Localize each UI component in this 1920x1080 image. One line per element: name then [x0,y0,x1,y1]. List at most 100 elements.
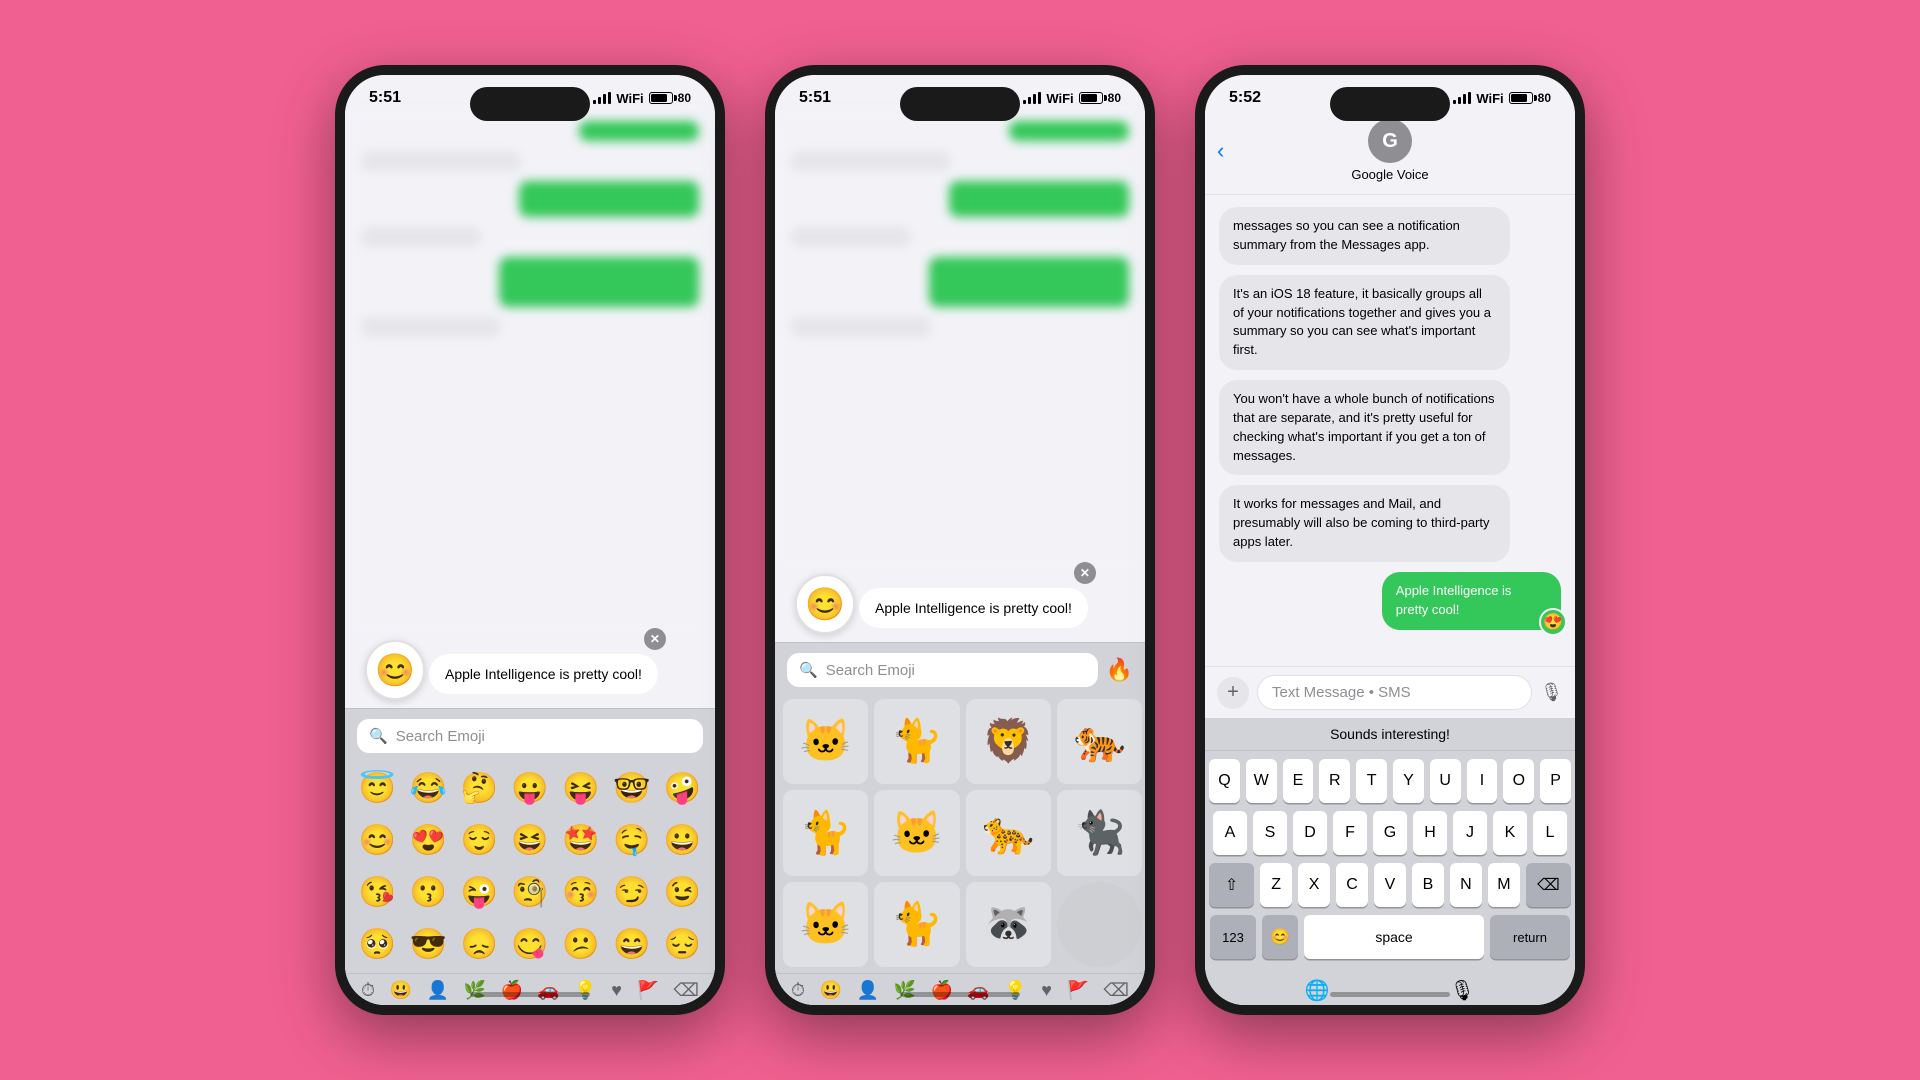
recent-icon[interactable]: ⏱ [361,980,375,1001]
emoji-cell[interactable]: 😍 [404,815,453,865]
emoji-cell[interactable]: 🤔 [455,763,504,813]
nature-icon[interactable]: 🌿 [463,980,485,1001]
food-icon-2[interactable]: 🍎 [930,980,952,1001]
emoji-cell[interactable]: 😆 [506,815,555,865]
symbols-icon[interactable]: ♥ [611,980,622,1001]
key-s[interactable]: S [1253,811,1287,855]
sticker-cell[interactable] [1057,882,1142,967]
emoji-cell[interactable]: 😕 [556,919,605,969]
emoji-cell[interactable]: 😇 [353,763,402,813]
key-b[interactable]: B [1412,863,1444,907]
add-attachment-button[interactable]: + [1217,677,1249,709]
emoji-cell[interactable]: 😜 [455,867,504,917]
emoji-cell[interactable]: 🤤 [607,815,656,865]
emoji-cell[interactable]: 😋 [506,919,555,969]
emoji-cell[interactable]: 🤩 [556,815,605,865]
space-key[interactable]: space [1304,915,1484,959]
mic-icon-3[interactable]: 🎙 [1540,682,1563,703]
reaction-close-btn-2[interactable]: ✕ [1074,562,1096,584]
key-q[interactable]: Q [1209,759,1240,803]
key-t[interactable]: T [1356,759,1387,803]
reaction-close-btn-1[interactable]: ✕ [644,628,666,650]
key-a[interactable]: A [1213,811,1247,855]
key-d[interactable]: D [1293,811,1327,855]
mic-bottom-icon-3[interactable]: 🎙 [1450,978,1475,1003]
smileys-icon-2[interactable]: 😃 [820,980,842,1001]
emoji-cell[interactable]: 🤓 [607,763,656,813]
emoji-cell[interactable]: 😚 [556,867,605,917]
key-h[interactable]: H [1413,811,1447,855]
food-icon[interactable]: 🍎 [500,980,522,1001]
sticker-cell[interactable]: 🐆 [966,790,1051,875]
sticker-cell[interactable]: 🦝 [966,882,1051,967]
emoji-search-bar-1[interactable]: 🔍 Search Emoji [357,719,703,753]
sticker-icon-2[interactable]: 🔥 [1106,657,1133,683]
emoji-cell[interactable]: 🤪 [658,763,707,813]
key-x[interactable]: X [1298,863,1330,907]
emoji-cell[interactable]: 😔 [658,919,707,969]
sticker-search-bar-2[interactable]: 🔍 Search Emoji [787,653,1098,687]
key-c[interactable]: C [1336,863,1368,907]
delete-key[interactable]: ⌫ [1526,863,1571,907]
flags-icon-2[interactable]: 🚩 [1067,980,1089,1001]
key-w[interactable]: W [1246,759,1277,803]
sticker-cell[interactable]: 🐱 [783,882,868,967]
flags-icon[interactable]: 🚩 [637,980,659,1001]
sticker-cell[interactable]: 🐈 [783,790,868,875]
people-icon-2[interactable]: 👤 [857,980,879,1001]
objects-icon[interactable]: 💡 [574,980,596,1001]
key-y[interactable]: Y [1393,759,1424,803]
key-n[interactable]: N [1450,863,1482,907]
nature-icon-2[interactable]: 🌿 [893,980,915,1001]
emoji-cell[interactable]: 😊 [353,815,402,865]
suggestion-text-3[interactable]: Sounds interesting! [1330,726,1450,742]
shift-key[interactable]: ⇧ [1209,863,1254,907]
emoji-cell[interactable]: 😘 [353,867,402,917]
key-k[interactable]: K [1493,811,1527,855]
return-key[interactable]: return [1490,915,1570,959]
delete-icon-1[interactable]: ⌫ [673,980,698,1001]
emoji-cell[interactable]: 🥺 [353,919,402,969]
sticker-cell[interactable]: 🐈‍⬛ [1057,790,1142,875]
emoji-cell[interactable]: 🧐 [506,867,555,917]
emoji-cell[interactable]: 😞 [455,919,504,969]
globe-icon-3[interactable]: 🌐 [1305,978,1330,1003]
key-m[interactable]: M [1488,863,1520,907]
delete-icon-2[interactable]: ⌫ [1103,980,1128,1001]
key-r[interactable]: R [1319,759,1350,803]
key-g[interactable]: G [1373,811,1407,855]
emoji-cell[interactable]: 😀 [658,815,707,865]
sticker-cell[interactable]: 🐅 [1057,699,1142,784]
key-z[interactable]: Z [1260,863,1292,907]
objects-icon-2[interactable]: 💡 [1004,980,1026,1001]
travel-icon[interactable]: 🚗 [537,980,559,1001]
key-v[interactable]: V [1374,863,1406,907]
sticker-cell[interactable]: 🐱 [783,699,868,784]
emoji-cell[interactable]: 😏 [607,867,656,917]
emoji-cell[interactable]: 😝 [556,763,605,813]
recent-icon-2[interactable]: ⏱ [791,980,805,1001]
key-u[interactable]: U [1430,759,1461,803]
key-j[interactable]: J [1453,811,1487,855]
key-o[interactable]: O [1503,759,1534,803]
key-l[interactable]: L [1533,811,1567,855]
num-key[interactable]: 123 [1210,915,1256,959]
sticker-cell[interactable]: 🐈 [874,882,959,967]
emoji-cell[interactable]: 😛 [506,763,555,813]
message-input-3[interactable]: Text Message • SMS [1257,675,1532,710]
travel-icon-2[interactable]: 🚗 [967,980,989,1001]
key-i[interactable]: I [1467,759,1498,803]
emoji-cell[interactable]: 😎 [404,919,453,969]
sticker-cell[interactable]: 🐱 [874,790,959,875]
key-p[interactable]: P [1540,759,1571,803]
key-f[interactable]: F [1333,811,1367,855]
smileys-icon[interactable]: 😃 [390,980,412,1001]
people-icon[interactable]: 👤 [427,980,449,1001]
emoji-cell[interactable]: 😂 [404,763,453,813]
back-button-3[interactable]: ‹ [1217,138,1224,164]
emoji-cell[interactable]: 😗 [404,867,453,917]
key-e[interactable]: E [1283,759,1314,803]
emoji-cell[interactable]: 😌 [455,815,504,865]
sticker-cell[interactable]: 🐈 [874,699,959,784]
emoji-cell[interactable]: 😄 [607,919,656,969]
